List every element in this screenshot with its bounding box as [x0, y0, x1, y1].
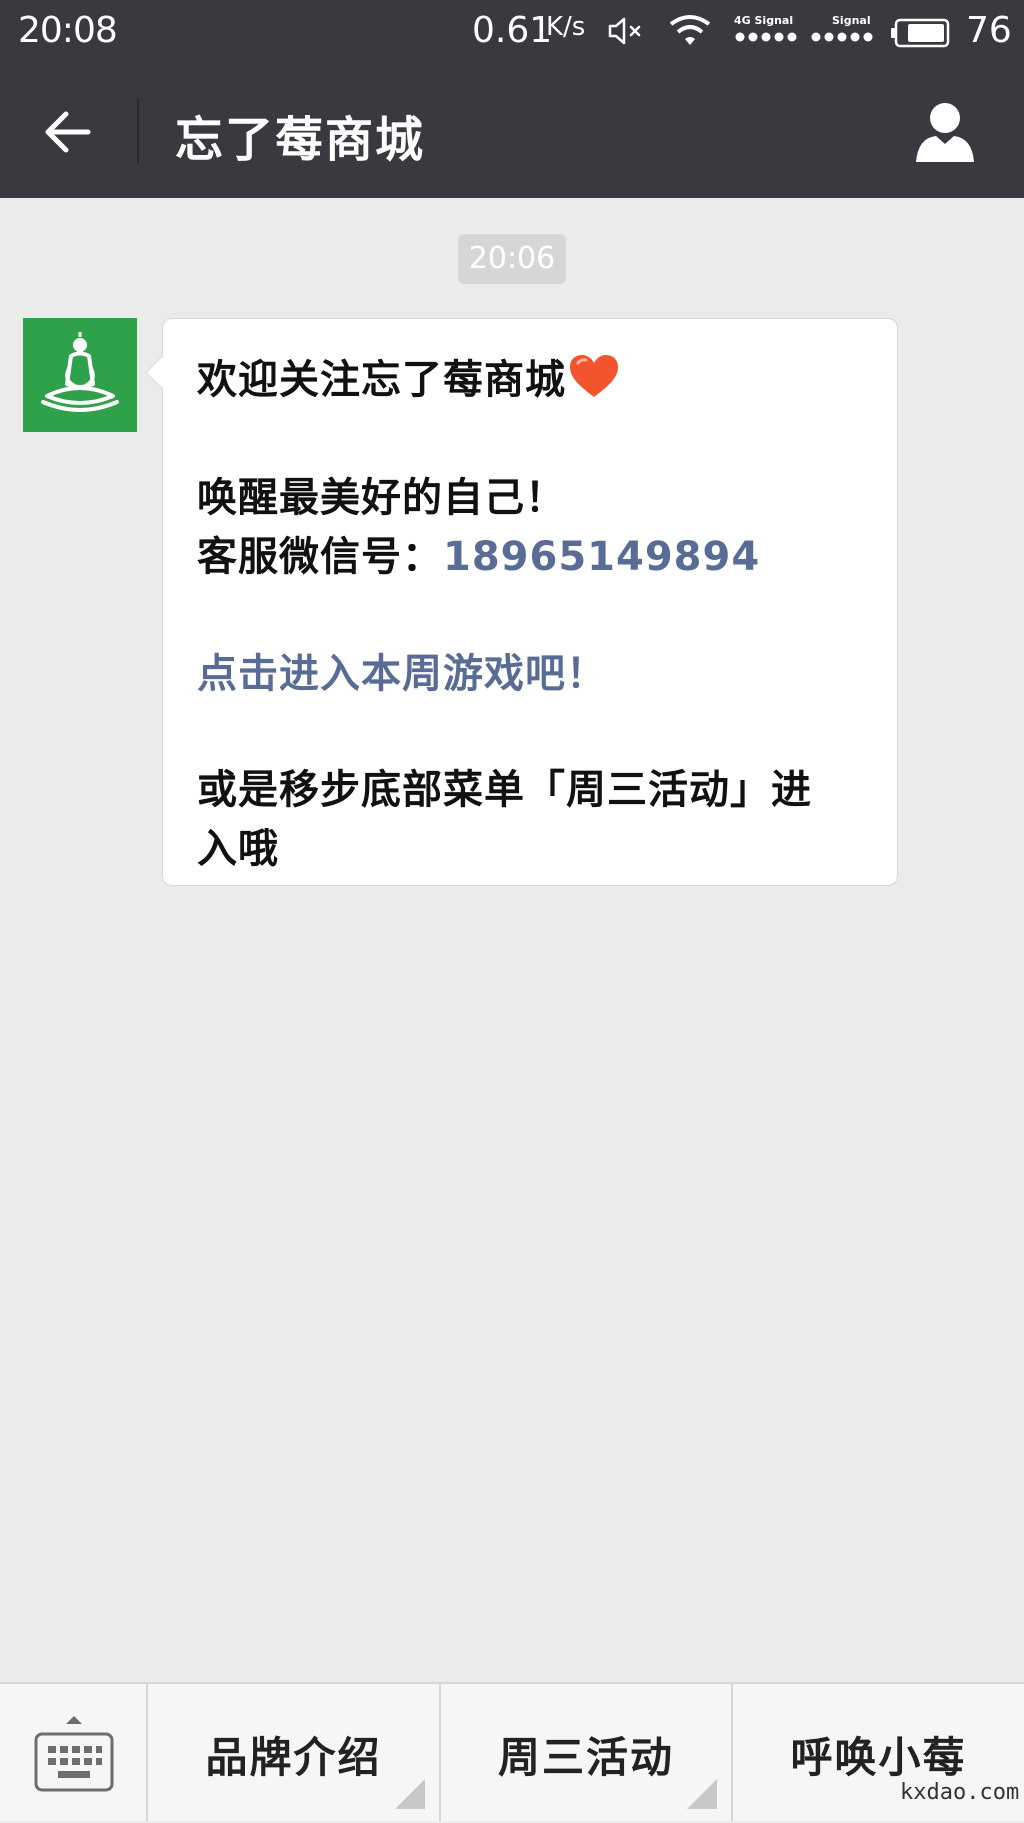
chat-header: 忘了莓商城 — [0, 64, 1024, 198]
message-timestamp: 20:06 — [458, 234, 566, 284]
wifi-icon — [669, 15, 711, 45]
bottom-menu: 品牌介绍 周三活动 呼唤小莓 — [0, 1682, 1024, 1821]
mute-icon — [608, 17, 641, 45]
welcome-text: 欢迎关注忘了莓商城 — [197, 357, 566, 403]
signal-4g-label: 4G Signal — [734, 14, 794, 27]
keyboard-icon — [34, 1716, 114, 1792]
message-line-slogan: 唤醒最美好的自己！ — [197, 475, 566, 521]
message-line-wechat: 客服微信号：18965149894 — [197, 524, 760, 582]
page-title: 忘了莓商城 — [175, 112, 426, 168]
heart-icon — [570, 355, 618, 397]
menu-item-label: 周三活动 — [497, 1733, 674, 1782]
menu-item-wednesday[interactable]: 周三活动 — [439, 1684, 731, 1821]
menu-item-label: 品牌介绍 — [205, 1733, 382, 1782]
network-speed-unit: K/s — [546, 12, 586, 42]
message-line-menu-hint: 或是移步底部菜单「周三活动」进 — [197, 767, 812, 813]
status-bar: 20:08 0.61 K/s 4G Signal Signal 76 — [0, 0, 1024, 64]
submenu-corner-icon — [395, 1779, 425, 1809]
wechat-label: 客服微信号： — [197, 534, 443, 580]
meditation-figure-icon — [41, 332, 119, 412]
battery-level: 76 — [966, 10, 1012, 51]
status-time: 20:08 — [18, 10, 118, 51]
signal-icon: Signal — [810, 14, 876, 46]
signal-4g-icon: 4G Signal — [734, 14, 800, 46]
message-bubble: 欢迎关注忘了莓商城 唤醒最美好的自己！ 客服微信号：18965149894 点击… — [162, 318, 898, 886]
game-link[interactable]: 点击进入本周游戏吧！ — [197, 641, 607, 699]
message-line-welcome: 欢迎关注忘了莓商城 — [197, 347, 620, 405]
header-divider — [137, 98, 139, 164]
menu-item-label: 呼唤小莓 — [790, 1733, 967, 1782]
user-icon[interactable] — [912, 98, 978, 164]
phone-link[interactable]: 18965149894 — [443, 534, 760, 580]
network-speed: 0.61 — [472, 10, 553, 51]
menu-item-brand[interactable]: 品牌介绍 — [146, 1684, 439, 1821]
watermark: kxdao.com — [900, 1780, 1020, 1805]
submenu-corner-icon — [687, 1779, 717, 1809]
message-line-menu-hint-end: 入哦 — [197, 826, 279, 872]
battery-icon — [891, 18, 950, 48]
signal-label: Signal — [832, 14, 871, 27]
arrow-left-icon[interactable] — [40, 104, 96, 160]
keyboard-toggle-button[interactable] — [0, 1684, 146, 1823]
avatar[interactable] — [23, 318, 137, 432]
